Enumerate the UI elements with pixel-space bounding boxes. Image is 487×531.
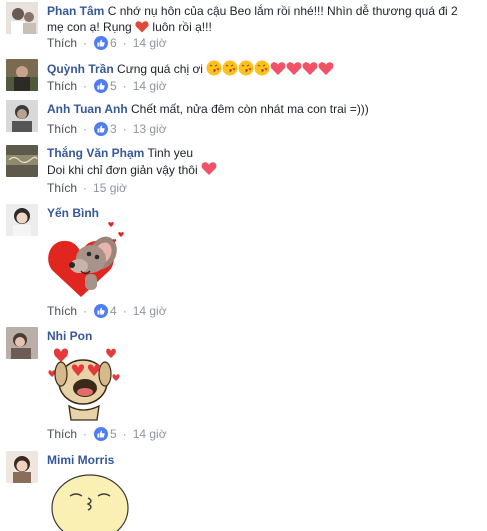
comment-text: Tinh yeu [147, 146, 194, 160]
thumbs-up-icon[interactable] [94, 79, 109, 93]
separator: · [83, 36, 88, 50]
comment-author[interactable]: Anh Tuan Anh [47, 102, 128, 116]
timestamp[interactable]: 14 giờ [133, 304, 167, 318]
avatar[interactable] [6, 2, 38, 34]
thumbs-up-icon[interactable] [94, 36, 109, 50]
heart-icon [270, 62, 286, 75]
heart-icon [286, 62, 302, 75]
thumbs-up-icon[interactable] [94, 304, 109, 318]
timestamp[interactable]: 14 giờ [133, 79, 167, 93]
reaction-count[interactable]: 6 [110, 36, 117, 50]
separator: · [122, 36, 127, 50]
timestamp[interactable]: 14 giờ [133, 36, 167, 50]
comment-author[interactable]: Yến Bình [47, 206, 99, 220]
kissing-face-icon [222, 60, 238, 76]
timestamp[interactable]: 13 giờ [133, 122, 167, 136]
thumbs-up-icon[interactable] [94, 122, 109, 136]
like-button[interactable]: Thích [47, 36, 77, 50]
like-button[interactable]: Thích [47, 79, 77, 93]
like-button[interactable]: Thích [47, 122, 77, 136]
avatar[interactable] [6, 59, 38, 91]
heart-icon [318, 62, 334, 75]
avatar-photo-icon [6, 2, 38, 34]
avatar[interactable] [6, 100, 38, 132]
separator: · [83, 122, 88, 136]
like-button[interactable]: Thích [47, 181, 77, 195]
comment-text: Doi khi chỉ đơn giản vậy thôi [47, 163, 198, 177]
timestamp[interactable]: 14 giờ [133, 427, 167, 441]
comment-author[interactable]: Nhi Pon [47, 329, 92, 343]
separator: · [83, 181, 88, 195]
separator: · [83, 304, 88, 318]
thumbs-up-icon[interactable] [94, 427, 109, 441]
avatar-photo-icon [6, 59, 38, 91]
timestamp[interactable]: 15 giờ [93, 181, 127, 195]
heart-icon [201, 162, 217, 175]
avatar-photo-icon [6, 204, 38, 236]
like-button[interactable]: Thích [47, 427, 77, 441]
sticker-mouse-heart-icon [48, 221, 124, 297]
separator: · [83, 427, 88, 441]
separator: · [83, 79, 88, 93]
comment-text: C nhớ nụ hôn của cậu Beo lắm rồi nhé!!! … [107, 4, 458, 18]
comment-actions: Thích · 5 · 14 giờ [47, 426, 167, 442]
reaction-count[interactable]: 4 [110, 304, 117, 318]
comment-text: Chết mất, nửa đêm còn nhát ma con trai =… [131, 102, 369, 116]
reaction-count[interactable]: 5 [110, 427, 117, 441]
comment-author[interactable]: Phan Tâm [47, 4, 104, 18]
kissing-face-icon [206, 60, 222, 76]
separator: · [122, 427, 127, 441]
comment-text: Cưng quá chị ơi [117, 62, 203, 76]
comment-actions: Thích · 3 · 13 giờ [47, 121, 167, 137]
emoji-row [206, 60, 334, 76]
sticker-dog-love-icon [48, 348, 120, 421]
avatar[interactable] [6, 145, 38, 177]
avatar-photo-icon [6, 100, 38, 132]
avatar[interactable] [6, 451, 38, 483]
kissing-face-icon [51, 474, 129, 531]
comment-text: mẹ con ạ! Rụng [47, 20, 132, 34]
reaction-count[interactable]: 3 [110, 122, 117, 136]
comment-actions: Thích · 15 giờ [47, 180, 127, 196]
kissing-face-icon [238, 60, 254, 76]
separator: · [122, 79, 127, 93]
avatar-photo-icon [6, 145, 38, 177]
heart-icon [302, 62, 318, 75]
avatar[interactable] [6, 327, 38, 359]
comment-text: luôn rồi ạ!!! [152, 20, 212, 34]
comment-actions: Thích · 4 · 14 giờ [47, 303, 167, 319]
comment-actions: Thích · 6 · 14 giờ [47, 35, 167, 51]
avatar[interactable] [6, 204, 38, 236]
avatar-photo-icon [6, 451, 38, 483]
like-button[interactable]: Thích [47, 304, 77, 318]
comment-actions: Thích · 5 · 14 giờ [47, 78, 167, 94]
comment-author[interactable]: Quỳnh Trần [47, 62, 114, 76]
separator: · [122, 304, 127, 318]
kissing-face-icon [254, 60, 270, 76]
comment-author[interactable]: Thắng Văn Phạm [47, 146, 144, 160]
comment-author[interactable]: Mimi Morris [47, 453, 114, 467]
avatar-photo-icon [6, 327, 38, 359]
separator: · [122, 122, 127, 136]
heart-icon [135, 21, 149, 33]
reaction-count[interactable]: 5 [110, 79, 117, 93]
